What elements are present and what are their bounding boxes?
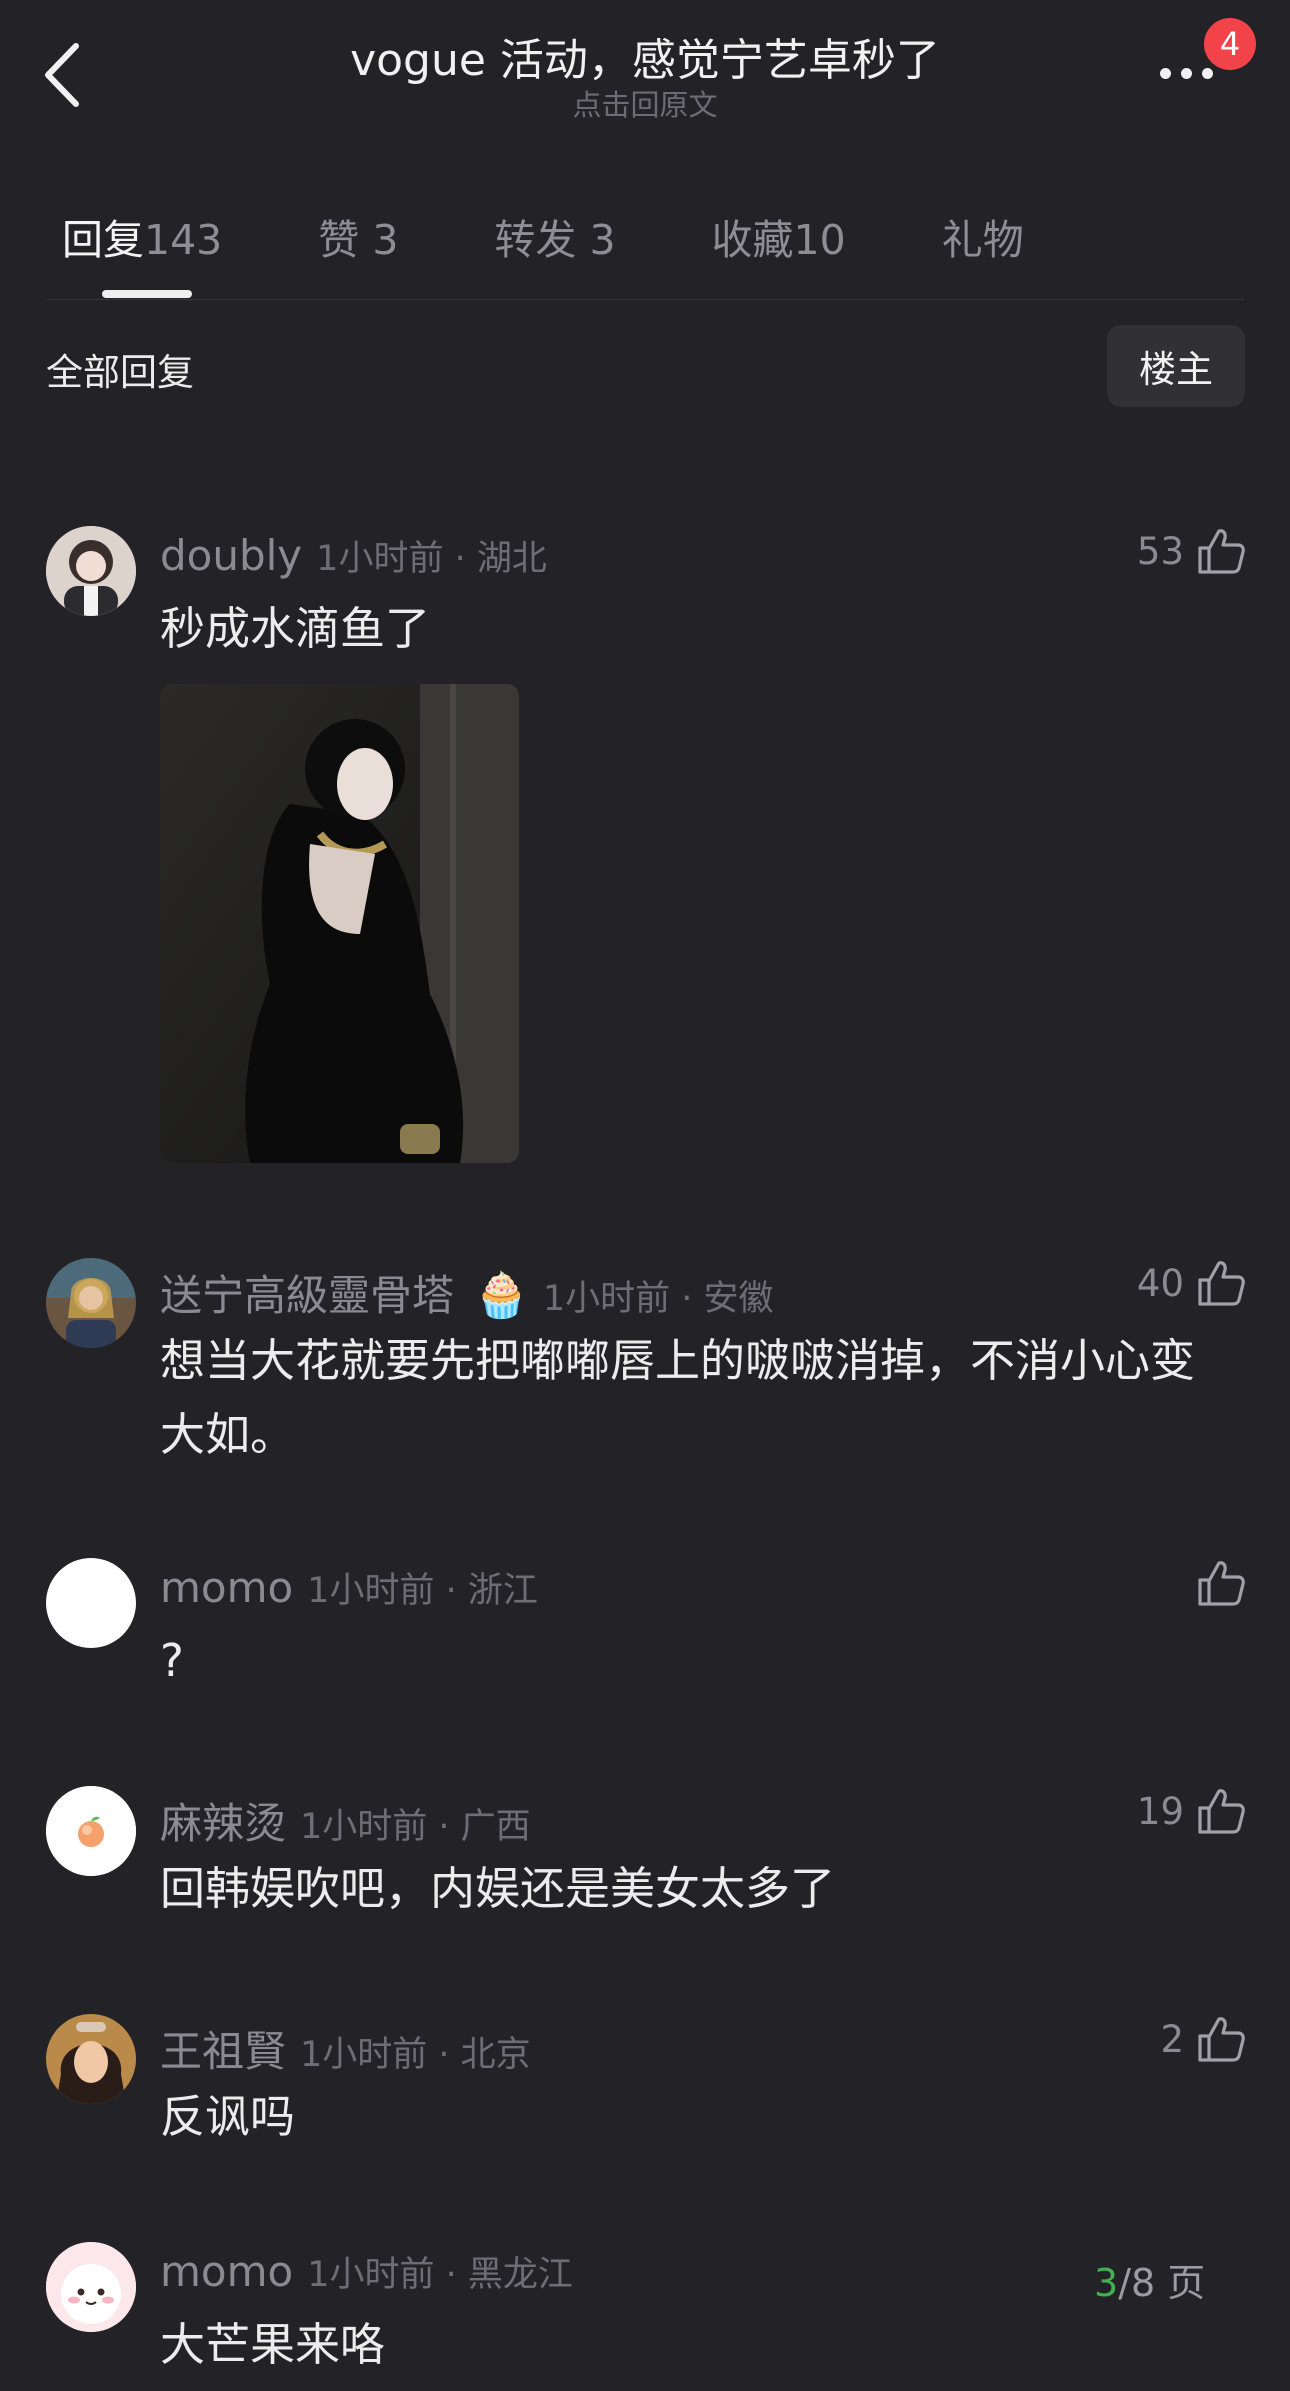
comment-meta: 1小时前 · 浙江 [307,1571,538,1611]
avatar-image [46,526,136,616]
tab-label: 赞 [318,216,360,264]
comment-text: 想当大花就要先把嘟嘟唇上的啵啵消掉，不消小心变大如。 [160,1334,1196,1461]
avatar[interactable] [46,1786,136,1876]
tab-label: 回复 [62,216,144,264]
avatar[interactable] [46,1258,136,1348]
active-tab-indicator [102,290,192,298]
comment-meta: 1小时前 · 安徽 [542,1279,774,1319]
comment-meta: 1小时前 · 北京 [300,2035,531,2075]
tab-count: 10 [793,216,846,264]
tab-count: 3 [589,216,616,264]
comment-meta: 1小时前 · 广西 [300,1807,531,1847]
username[interactable]: momo [160,2247,293,2296]
thumbs-up-icon [1198,529,1245,574]
username[interactable]: 送宁高級靈骨塔 [160,1262,454,1323]
comment-meta: 1小时前 · 湖北 [316,539,547,579]
thumbs-up-icon [1198,1261,1245,1306]
avatar[interactable] [46,1558,136,1648]
username[interactable]: 王祖賢 [160,2018,286,2079]
like-button[interactable]: 2 [1160,2014,1246,2064]
comment-header: doubly 1小时前 · 湖北 [160,530,547,581]
like-count: 2 [1160,2017,1184,2061]
tab-reposts[interactable]: 转发 3 [494,206,615,266]
dot-icon [1160,67,1171,79]
dot-icon [1202,67,1213,79]
comment-text: ? [160,1634,184,1687]
tab-favorites[interactable]: 收藏10 [712,206,846,266]
comment-text: 大芒果来咯 [160,2318,386,2371]
comment-header: 麻辣烫 1小时前 · 广西 [160,1790,531,1851]
divider [46,299,1244,300]
comment-photo[interactable] [160,684,519,1163]
avatar-image [46,2242,136,2332]
avatar[interactable] [46,526,136,616]
comment-header: 王祖賢 1小时前 · 北京 [160,2018,531,2079]
tab-label: 收藏 [711,216,794,264]
avatar-image [46,2014,136,2104]
back-to-original-link[interactable]: 点击回原文 [0,82,1290,124]
avatar[interactable] [46,2014,136,2104]
like-button[interactable] [1184,1558,1246,1608]
comment-text: 回韩娱吹吧，内娱还是美女太多了 [160,1862,836,1915]
thumbs-up-icon [1198,1561,1245,1606]
comment-text: 反讽吗 [160,2090,296,2143]
like-count: 53 [1136,529,1184,573]
comment-meta: 1小时前 · 黑龙江 [307,2255,573,2295]
current-page: 3 [1094,2261,1119,2305]
like-count: 40 [1136,1261,1184,1305]
username[interactable]: 麻辣烫 [160,1790,286,1851]
username[interactable]: doubly [160,531,302,580]
tab-replies[interactable]: 回复143 [62,206,222,266]
page-indicator[interactable]: 3/8 页 [1094,2252,1205,2307]
dot-icon [1181,67,1192,79]
owner-only-button[interactable]: 楼主 [1107,325,1245,407]
cupcake-icon: 🧁 [474,1270,529,1321]
notification-badge: 4 [1204,18,1256,70]
comment-header: momo 1小时前 · 黑龙江 [160,2246,573,2297]
like-button[interactable]: 53 [1137,526,1246,576]
avatar[interactable] [46,2242,136,2332]
tab-count: 143 [144,216,223,264]
avatar-image [46,1258,136,1348]
username[interactable]: momo [160,1563,293,1612]
like-button[interactable]: 40 [1137,1258,1246,1308]
all-replies-filter[interactable]: 全部回复 [46,342,194,396]
comment-header: 送宁高級靈骨塔 🧁 1小时前 · 安徽 [160,1262,773,1323]
tab-likes[interactable]: 赞 3 [318,206,398,266]
like-button[interactable]: 19 [1137,1786,1246,1836]
tab-gifts[interactable]: 礼物 [942,206,1024,266]
photo-image [160,684,519,1163]
tab-bar: 回复143 赞 3 转发 3 收藏10 礼物 [62,206,1120,266]
post-title[interactable]: vogue 活动，感觉宁艺卓秒了 [0,24,1290,88]
comment-header: momo 1小时前 · 浙江 [160,1562,538,1613]
thumbs-up-icon [1198,1789,1245,1834]
thumbs-up-icon [1198,2017,1245,2062]
total-pages: /8 页 [1118,2261,1206,2305]
tab-label: 转发 [494,216,577,264]
tab-count: 3 [372,216,399,264]
comment-text: 秒成水滴鱼了 [160,602,431,655]
tab-label: 礼物 [941,216,1024,264]
like-count: 19 [1136,1789,1184,1833]
peach-icon [46,1786,136,1876]
